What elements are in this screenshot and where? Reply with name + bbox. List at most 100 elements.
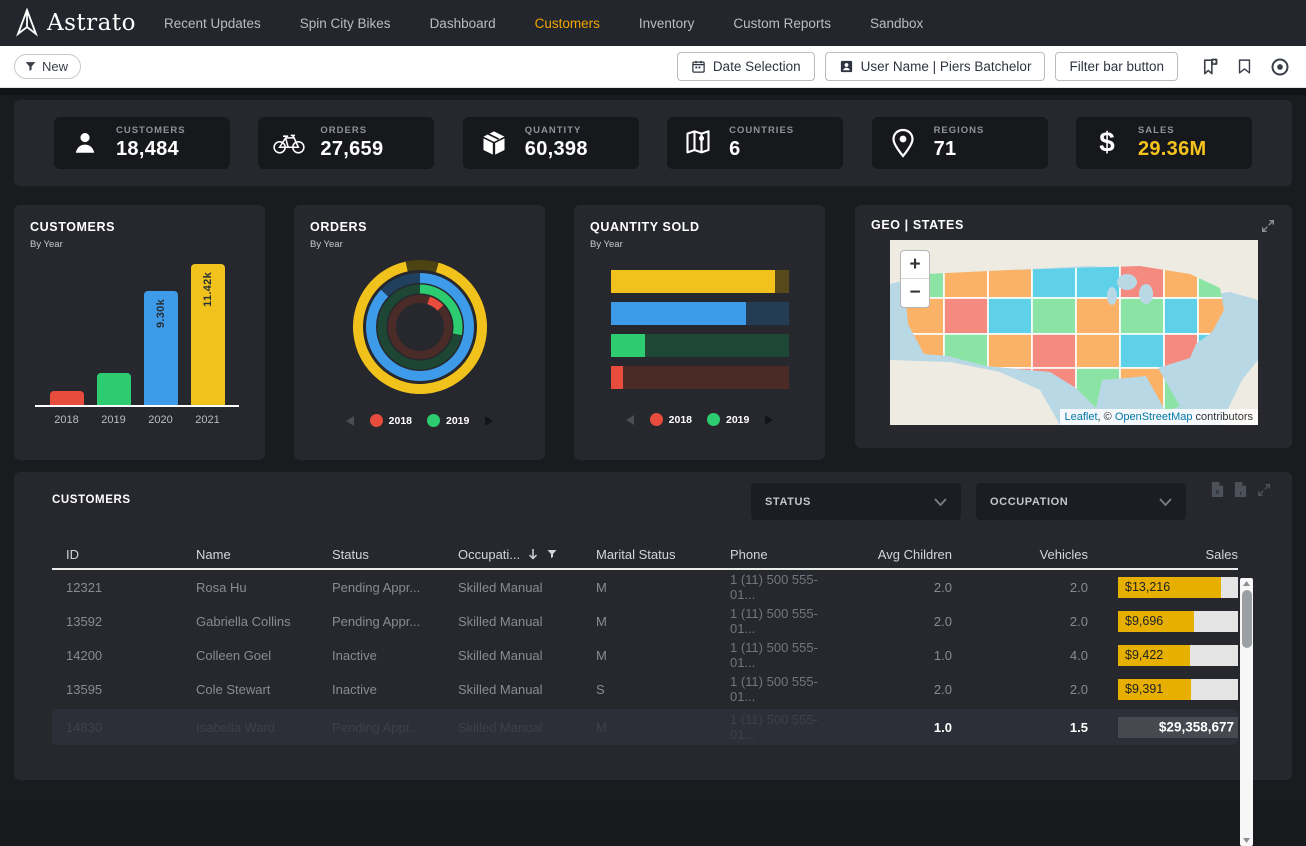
nav-item-customers[interactable]: Customers <box>535 16 600 31</box>
x-tick: 2021 <box>191 414 225 426</box>
column-header-vehicles[interactable]: Vehicles <box>952 547 1088 562</box>
table-row[interactable]: 12321 Rosa Hu Pending Appr... Skilled Ma… <box>52 570 1238 604</box>
ghost-cell-id: 14830 <box>66 720 196 735</box>
nav-item-spin-city-bikes[interactable]: Spin City Bikes <box>300 16 391 31</box>
donut-chart[interactable] <box>345 252 495 402</box>
legend-item-2019[interactable]: 2019 <box>707 413 749 426</box>
leaflet-map[interactable]: + − Leaflet, © OpenStreetMap contributor… <box>890 240 1258 425</box>
dollar-icon: $ <box>1090 128 1124 158</box>
ghost-cell-marital: M <box>596 720 730 735</box>
bar-chart-plot[interactable]: 9.30k 11.42k <box>35 264 239 407</box>
x-axis-labels: 2018 2019 2020 2021 <box>35 414 239 426</box>
legend-prev-icon[interactable] <box>624 414 635 426</box>
x-tick: 2019 <box>97 414 131 426</box>
column-filter-icon[interactable] <box>546 548 558 560</box>
hbar-2021[interactable] <box>611 270 789 293</box>
map-icon <box>681 129 715 157</box>
legend-item-2018[interactable]: 2018 <box>650 413 692 426</box>
legend-prev-icon[interactable] <box>344 415 355 427</box>
bookmark-icon[interactable] <box>1236 57 1253 76</box>
hbar-2018[interactable] <box>611 366 789 389</box>
bar-value-label: 9.30k <box>155 299 167 328</box>
scroll-up-arrow[interactable] <box>1240 578 1253 589</box>
column-header-occupation[interactable]: Occupati... <box>458 547 596 562</box>
hbar-chart-plot[interactable] <box>611 270 789 389</box>
column-header-marital-status[interactable]: Marital Status <box>596 547 730 562</box>
openstreetmap-link[interactable]: OpenStreetMap <box>1115 411 1193 423</box>
cell-sales: $9,391 <box>1125 682 1163 696</box>
kpi-value: 29.36M <box>1138 138 1207 161</box>
column-header-phone[interactable]: Phone <box>730 547 842 562</box>
column-header-label: Occupati... <box>458 547 520 562</box>
hbar-fill <box>611 270 775 293</box>
status-filter-dropdown[interactable]: STATUS <box>751 483 961 520</box>
nav-item-dashboard[interactable]: Dashboard <box>430 16 496 31</box>
column-header-avg-children[interactable]: Avg Children <box>842 547 952 562</box>
column-header-name[interactable]: Name <box>196 547 332 562</box>
kpi-value: 27,659 <box>320 138 383 161</box>
bookmark-add-icon[interactable] <box>1200 57 1219 76</box>
total-avg-children: 1.0 <box>842 720 952 735</box>
leaflet-link[interactable]: Leaflet <box>1065 411 1098 423</box>
kpi-label: CUSTOMERS <box>116 125 186 136</box>
zoom-out-button[interactable]: − <box>901 279 929 307</box>
export-excel-icon[interactable]: x <box>1210 481 1225 498</box>
table-scrollbar[interactable] <box>1240 578 1253 846</box>
total-sales: $29,358,677 <box>1159 720 1234 735</box>
bar-2020[interactable]: 9.30k <box>144 291 178 405</box>
cell-occupation: Skilled Manual <box>458 614 596 629</box>
legend-dot <box>650 413 663 426</box>
sales-data-bar: $13,216 <box>1118 577 1238 598</box>
scroll-down-arrow[interactable] <box>1240 835 1253 846</box>
hbar-2020[interactable] <box>611 302 789 325</box>
chart-subtitle: By Year <box>30 239 249 250</box>
cell-phone: 1 (11) 500 555-01... <box>730 674 842 704</box>
nav-item-recent-updates[interactable]: Recent Updates <box>164 16 261 31</box>
legend-next-icon[interactable] <box>764 414 775 426</box>
bar-2019[interactable] <box>97 373 131 405</box>
hbar-fill <box>611 366 623 389</box>
table-row[interactable]: 14200 Colleen Goel Inactive Skilled Manu… <box>52 638 1238 672</box>
expand-icon[interactable] <box>1256 482 1272 498</box>
filter-bar-button[interactable]: Filter bar button <box>1055 52 1178 81</box>
legend-item-2019[interactable]: 2019 <box>427 414 469 427</box>
nav-item-custom-reports[interactable]: Custom Reports <box>733 16 831 31</box>
map-zoom-control: + − <box>900 250 930 308</box>
cell-marital: M <box>596 580 730 595</box>
dropdown-label: OCCUPATION <box>990 496 1068 508</box>
eye-icon[interactable] <box>1270 57 1290 77</box>
column-header-id[interactable]: ID <box>66 547 196 562</box>
date-selection-button[interactable]: Date Selection <box>677 52 815 81</box>
ghost-cell-occupation: Skilled Manual <box>458 720 596 735</box>
zoom-in-button[interactable]: + <box>901 251 929 279</box>
astrato-logo-icon <box>14 8 40 38</box>
bar-2018[interactable] <box>50 391 84 405</box>
table-row[interactable]: 13592 Gabriella Collins Pending Appr... … <box>52 604 1238 638</box>
user-name-label: User Name | Piers Batchelor <box>861 59 1032 74</box>
column-header-sales[interactable]: Sales <box>1088 547 1238 562</box>
table-row[interactable]: 13595 Cole Stewart Inactive Skilled Manu… <box>52 672 1238 706</box>
nav-item-sandbox[interactable]: Sandbox <box>870 16 923 31</box>
column-header-status[interactable]: Status <box>332 547 458 562</box>
ghost-cell-phone: 1 (11) 500 555-01... <box>730 712 842 742</box>
astrato-logo[interactable]: Astrato <box>14 8 136 38</box>
nav-item-inventory[interactable]: Inventory <box>639 16 695 31</box>
nav-menu: Recent Updates Spin City Bikes Dashboard… <box>164 16 923 31</box>
expand-icon[interactable] <box>1260 218 1276 234</box>
kpi-countries: COUNTRIES 6 <box>667 117 843 169</box>
cell-occupation: Skilled Manual <box>458 682 596 697</box>
legend-item-2018[interactable]: 2018 <box>370 414 412 427</box>
hbar-2019[interactable] <box>611 334 789 357</box>
export-csv-icon[interactable]: , <box>1233 481 1248 498</box>
sort-descending-icon[interactable] <box>528 548 538 560</box>
legend-next-icon[interactable] <box>484 415 495 427</box>
cell-vehicles: 2.0 <box>952 580 1088 595</box>
table-totals-row: 14830 Isabella Ward Pending Appr... Skil… <box>52 709 1238 745</box>
user-name-button[interactable]: User Name | Piers Batchelor <box>825 52 1046 81</box>
cell-vehicles: 2.0 <box>952 682 1088 697</box>
cell-status: Pending Appr... <box>332 614 458 629</box>
new-filter-button[interactable]: New <box>14 54 81 79</box>
bar-2021[interactable]: 11.42k <box>191 264 225 405</box>
scrollbar-thumb[interactable] <box>1242 590 1252 648</box>
occupation-filter-dropdown[interactable]: OCCUPATION <box>976 483 1186 520</box>
